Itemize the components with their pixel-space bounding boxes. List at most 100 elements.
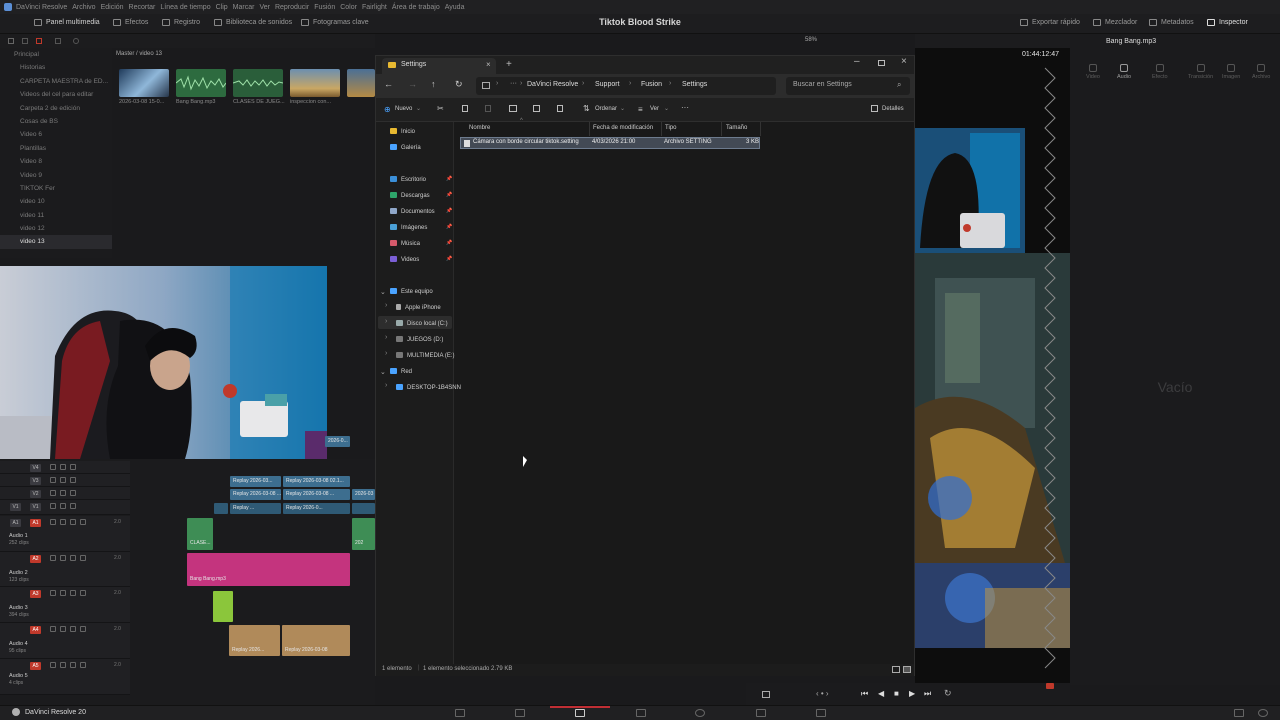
link-icon[interactable] — [60, 590, 66, 596]
track-tag[interactable]: A5 — [30, 662, 41, 670]
nav-item-multimedia[interactable]: MULTIMEDIA (E:) — [396, 350, 455, 362]
menu-fusion[interactable]: Fusión — [314, 4, 335, 11]
chevron-right-icon[interactable]: › — [385, 350, 387, 357]
bin-item[interactable]: CARPETA MAESTRA de ED... — [0, 75, 112, 88]
timeline-clip-video[interactable]: Replay 2026-03-08 ... — [230, 489, 281, 500]
timeline-clip-audio[interactable]: 202 — [352, 518, 375, 550]
sync-icon[interactable] — [73, 38, 79, 44]
column-separator[interactable] — [760, 122, 761, 136]
inspector-tab-transition[interactable]: Transición — [1188, 64, 1213, 80]
bin-item[interactable]: Historias — [0, 61, 112, 74]
chevron-down-icon[interactable]: ⌄ — [380, 368, 386, 376]
timeline-clip-video[interactable]: Replay 2026-03... — [230, 476, 281, 487]
column-header-date[interactable]: Fecha de modificación — [593, 125, 653, 131]
link-icon[interactable] — [60, 503, 66, 509]
track-tag[interactable]: A2 — [30, 555, 41, 563]
mute-button[interactable] — [80, 590, 86, 596]
bin-item[interactable]: Principal — [0, 48, 112, 61]
lock-icon[interactable] — [50, 626, 56, 632]
menu-clip[interactable]: Clip — [216, 4, 228, 11]
nav-item-escritorio[interactable]: Escritorio — [390, 174, 426, 186]
share-icon[interactable] — [533, 105, 540, 112]
solo-button[interactable] — [70, 555, 76, 561]
safe-area-icon[interactable] — [762, 691, 770, 698]
inspector-tab-video[interactable]: Video — [1086, 64, 1100, 80]
bin-item[interactable]: Video 9 — [0, 169, 112, 182]
rename-icon[interactable] — [509, 105, 517, 112]
mute-button[interactable] — [80, 519, 86, 525]
tiles-view-icon[interactable] — [903, 666, 911, 673]
explorer-tab[interactable]: Settings × — [382, 58, 496, 74]
menu-fairlight[interactable]: Fairlight — [362, 4, 387, 11]
bin-item[interactable]: Video 6 — [0, 128, 112, 141]
bin-item[interactable]: Carpeta 2 de edición — [0, 102, 112, 115]
fusion-page-icon[interactable] — [636, 709, 646, 717]
details-view-icon[interactable] — [892, 666, 900, 673]
refresh-icon[interactable]: ↻ — [455, 79, 463, 90]
media-page-icon[interactable] — [455, 709, 465, 717]
jog-icon[interactable]: ‹ • › — [816, 689, 829, 698]
track-tag[interactable]: A1 — [30, 519, 41, 527]
menu-linea-de-tiempo[interactable]: Línea de tiempo — [160, 4, 210, 11]
paste-icon[interactable] — [485, 105, 491, 112]
mute-button[interactable] — [80, 626, 86, 632]
stop-icon[interactable]: ■ — [894, 689, 899, 698]
edit-page-icon[interactable] — [575, 709, 585, 717]
track-tag[interactable]: A4 — [30, 626, 41, 634]
bin-item[interactable]: TIKTOK Fer — [0, 182, 112, 195]
nav-item-red[interactable]: Red — [390, 366, 412, 378]
record-icon[interactable] — [36, 38, 42, 44]
link-icon[interactable] — [60, 662, 66, 668]
maximize-icon[interactable] — [878, 60, 885, 66]
settings-gear-icon[interactable] — [1258, 709, 1268, 717]
breadcrumb-item[interactable]: DaVinci Resolve — [527, 81, 578, 88]
track-header-v3[interactable]: V3 — [0, 474, 130, 487]
clip-thumbnail[interactable] — [290, 69, 340, 97]
timeline-clip-video[interactable]: Replay 2026-0... — [283, 503, 350, 514]
track-header-v1[interactable]: V1 V1 — [0, 500, 130, 515]
inspector-tab-image[interactable]: Imagen — [1222, 64, 1240, 80]
sidebar-toggle-icon[interactable] — [8, 38, 14, 44]
pin-icon[interactable]: 📌 — [446, 240, 452, 246]
lock-icon[interactable] — [50, 519, 56, 525]
effects-button[interactable]: Efectos — [113, 19, 148, 26]
keyframes-button[interactable]: Fotogramas clave — [301, 19, 369, 26]
pin-icon[interactable]: 📌 — [446, 192, 452, 198]
bin-item-selected[interactable]: video 13 — [0, 235, 112, 249]
menu-ver[interactable]: Ver — [259, 4, 270, 11]
nav-item-este-equipo[interactable]: Este equipo — [390, 286, 433, 298]
inspector-button[interactable]: Inspector — [1207, 19, 1248, 26]
column-header-type[interactable]: Tipo — [665, 125, 676, 131]
minimize-icon[interactable]: – — [854, 56, 860, 67]
timeline-clip-audio[interactable]: Bang Bang.mp3 — [187, 553, 350, 586]
up-icon[interactable]: ↑ — [431, 79, 436, 89]
track-header-a5[interactable]: A5 2.0 Audio 5 4 clips — [0, 659, 130, 695]
mute-button[interactable] — [80, 555, 86, 561]
details-button[interactable]: Detalles — [882, 106, 904, 112]
track-tag[interactable]: A3 — [30, 590, 41, 598]
playhead-icon[interactable] — [1046, 683, 1054, 689]
quick-export-button[interactable]: Exportar rápido — [1020, 19, 1080, 26]
menu-color[interactable]: Color — [340, 4, 357, 11]
column-header-name[interactable]: Nombre — [469, 125, 490, 131]
view-button[interactable]: Ver — [650, 106, 659, 112]
deliver-page-icon[interactable] — [816, 709, 826, 717]
clip-thumbnail[interactable] — [347, 69, 375, 97]
bin-item[interactable]: Videos del cel para editar — [0, 88, 112, 101]
timeline-clip-video[interactable]: Replay 2026-03-08 02.1... — [283, 476, 350, 487]
monitor-icon[interactable] — [70, 503, 76, 509]
fairlight-page-icon[interactable] — [756, 709, 766, 717]
link-icon[interactable] — [60, 490, 66, 496]
lock-icon[interactable] — [50, 490, 56, 496]
source-tag-a1[interactable]: A1 — [10, 519, 21, 527]
menu-marcar[interactable]: Marcar — [233, 4, 255, 11]
clip-thumbnail-audio[interactable] — [175, 69, 227, 97]
zoom-level[interactable]: 58% — [805, 37, 817, 43]
loop-icon[interactable]: ↻ — [944, 688, 952, 699]
menu-area-de-trabajo[interactable]: Área de trabajo — [392, 4, 440, 11]
clip-thumbnail-audio[interactable] — [232, 69, 284, 97]
solo-button[interactable] — [70, 590, 76, 596]
timeline-clip-audio[interactable]: Replay 2026... — [229, 625, 280, 656]
more-options-icon[interactable]: ··· — [681, 103, 689, 112]
chevron-right-icon[interactable]: › — [385, 302, 387, 309]
